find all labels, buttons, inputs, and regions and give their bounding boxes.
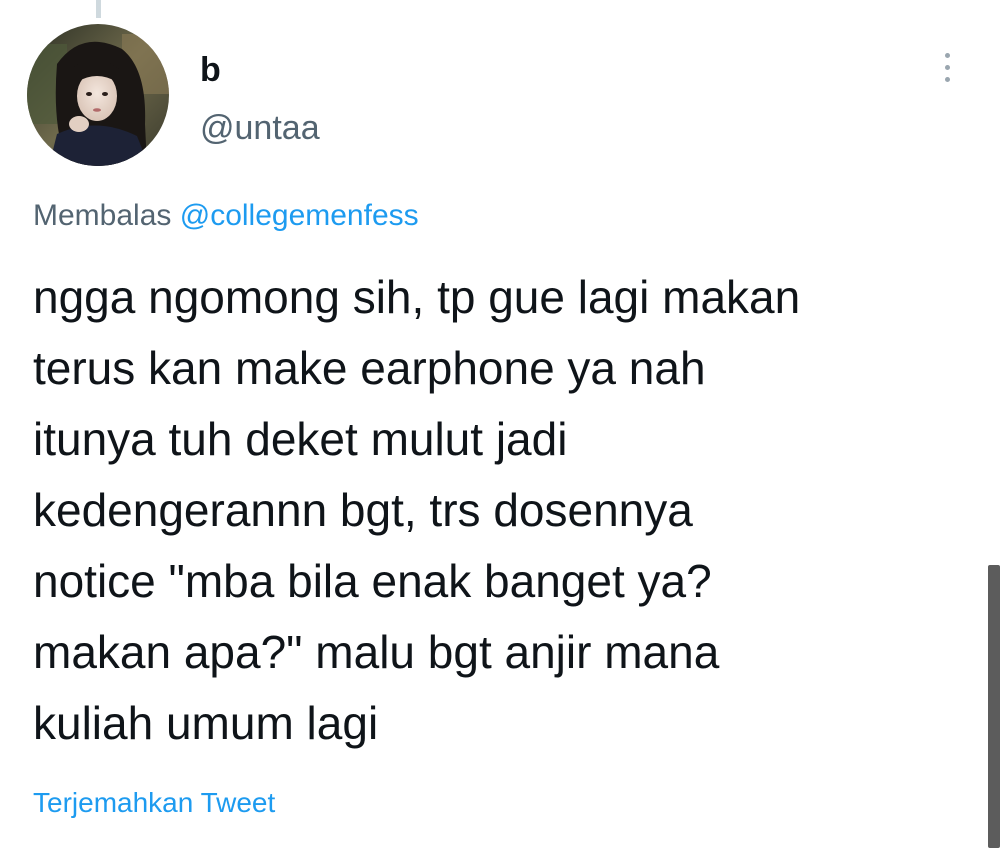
tweet-text-line: kuliah umum lagi	[33, 697, 379, 749]
avatar-image	[27, 24, 169, 166]
author-handle[interactable]: @untaa	[200, 108, 320, 148]
avatar[interactable]	[27, 24, 169, 166]
tweet-text-line: notice "mba bila enak banget ya?	[33, 555, 712, 607]
more-vertical-icon	[944, 52, 950, 58]
tweet-text-line: itunya tuh deket mulut jadi	[33, 413, 568, 465]
reply-context: Membalas @collegemenfess	[33, 196, 419, 236]
tweet-text-line: makan apa?" malu bgt anjir mana	[33, 626, 720, 678]
author-display-name[interactable]: b	[200, 50, 221, 90]
translate-tweet-link[interactable]: Terjemahkan Tweet	[33, 784, 275, 822]
more-vertical-icon-dot-3	[944, 76, 950, 82]
reply-mention-link[interactable]: @collegemenfess	[180, 199, 419, 232]
scrollbar-thumb[interactable]	[988, 565, 1000, 848]
reply-context-prefix: Membalas	[33, 199, 172, 232]
tweet-text-line: kedengerannn bgt, trs dosennya	[33, 484, 693, 536]
more-vertical-icon-dot-2	[944, 64, 950, 70]
tweet-text: ngga ngomong sih, tp gue lagi makan teru…	[33, 262, 963, 759]
thread-connector-line	[96, 0, 101, 18]
tweet-text-line: terus kan make earphone ya nah	[33, 342, 706, 394]
tweet-page: b @untaa Membalas @collegemenfess ngga n…	[0, 0, 1000, 848]
more-options-button[interactable]	[932, 44, 962, 90]
tweet-text-line: ngga ngomong sih, tp gue lagi makan	[33, 271, 801, 323]
